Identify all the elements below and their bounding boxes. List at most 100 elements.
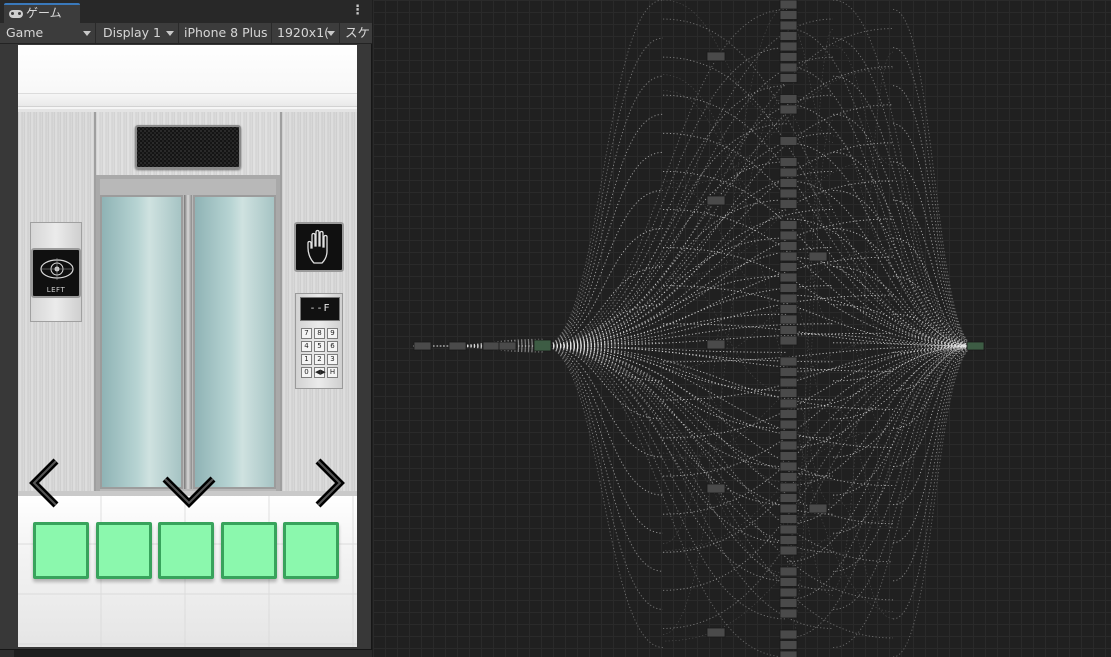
graph-node[interactable] bbox=[780, 284, 797, 293]
graph-node[interactable] bbox=[780, 42, 797, 51]
graph-node[interactable] bbox=[780, 105, 797, 114]
keypad-key[interactable]: ◀▶ bbox=[314, 367, 325, 378]
graph-node[interactable] bbox=[780, 368, 797, 377]
keypad-key[interactable]: 8 bbox=[314, 328, 325, 339]
arrow-down-icon[interactable] bbox=[161, 473, 217, 509]
inventory-slot[interactable] bbox=[283, 522, 339, 579]
graph-node[interactable] bbox=[780, 651, 797, 657]
graph-node[interactable] bbox=[780, 179, 797, 188]
keypad-key[interactable]: 0 bbox=[301, 367, 312, 378]
graph-node[interactable] bbox=[780, 305, 797, 314]
inventory-slot[interactable] bbox=[221, 522, 277, 579]
graph-node[interactable] bbox=[534, 340, 551, 351]
graph-node[interactable] bbox=[780, 431, 797, 440]
graph-node[interactable] bbox=[780, 536, 797, 545]
graph-node[interactable] bbox=[780, 599, 797, 608]
graph-node[interactable] bbox=[780, 53, 797, 62]
graph-node[interactable] bbox=[499, 342, 516, 350]
graph-node[interactable] bbox=[707, 484, 725, 493]
resolution-dropdown[interactable]: 1920x1( bbox=[273, 23, 340, 43]
graph-node[interactable] bbox=[780, 32, 797, 41]
graph-node[interactable] bbox=[780, 168, 797, 177]
arrow-right-icon[interactable] bbox=[312, 457, 346, 509]
graph-node[interactable] bbox=[780, 630, 797, 639]
graph-node[interactable] bbox=[780, 494, 797, 503]
graph-node[interactable] bbox=[780, 641, 797, 650]
graph-node[interactable] bbox=[809, 504, 827, 513]
eye-button[interactable]: LEFT bbox=[31, 248, 81, 298]
graph-node[interactable] bbox=[780, 399, 797, 408]
keypad-key[interactable]: 3 bbox=[327, 354, 338, 365]
graph-node[interactable] bbox=[780, 410, 797, 419]
graph-node[interactable] bbox=[780, 336, 797, 345]
graph-node[interactable] bbox=[780, 221, 797, 230]
graph-node[interactable] bbox=[780, 273, 797, 282]
graph-node[interactable] bbox=[780, 326, 797, 335]
graph-node[interactable] bbox=[780, 588, 797, 597]
graph-node[interactable] bbox=[967, 342, 984, 350]
graph-node[interactable] bbox=[780, 546, 797, 555]
graph-node[interactable] bbox=[707, 628, 725, 637]
graph-node[interactable] bbox=[780, 200, 797, 209]
keypad-key[interactable]: 1 bbox=[301, 354, 312, 365]
graph-node[interactable] bbox=[780, 420, 797, 429]
graph-node[interactable] bbox=[780, 504, 797, 513]
graph-node[interactable] bbox=[780, 294, 797, 303]
graph-node[interactable] bbox=[780, 473, 797, 482]
graph-node[interactable] bbox=[780, 95, 797, 104]
keypad-key[interactable]: 4 bbox=[301, 341, 312, 352]
graph-node[interactable] bbox=[780, 567, 797, 576]
graph-node[interactable] bbox=[707, 340, 725, 349]
graph-node[interactable] bbox=[780, 315, 797, 324]
graph-node[interactable] bbox=[780, 525, 797, 534]
graph-node[interactable] bbox=[780, 252, 797, 261]
keypad-key[interactable]: 2 bbox=[314, 354, 325, 365]
graph-node[interactable] bbox=[780, 441, 797, 450]
graph-node[interactable] bbox=[707, 196, 725, 205]
graph-node[interactable] bbox=[809, 252, 827, 261]
graph-node[interactable] bbox=[780, 452, 797, 461]
graph-node[interactable] bbox=[780, 11, 797, 20]
device-dropdown[interactable]: iPhone 8 Plus bbox=[180, 23, 272, 43]
graph-node[interactable] bbox=[780, 21, 797, 30]
graph-node[interactable] bbox=[780, 231, 797, 240]
graph-node[interactable] bbox=[780, 462, 797, 471]
keypad-key[interactable]: 6 bbox=[327, 341, 338, 352]
keypad-key[interactable]: 9 bbox=[327, 328, 338, 339]
view-mode-dropdown[interactable]: Game bbox=[0, 23, 96, 43]
graph-node[interactable] bbox=[414, 342, 431, 350]
graph-node[interactable] bbox=[780, 263, 797, 272]
graph-node[interactable] bbox=[780, 389, 797, 398]
floor-indicator-display[interactable] bbox=[135, 125, 241, 169]
keypad-key[interactable]: H bbox=[327, 367, 338, 378]
inventory-slot[interactable] bbox=[33, 522, 89, 579]
graph-node[interactable] bbox=[780, 378, 797, 387]
graph-node[interactable] bbox=[780, 0, 797, 9]
graph-node[interactable] bbox=[449, 342, 466, 350]
elevator-door-right[interactable] bbox=[193, 195, 276, 489]
keypad-key[interactable]: 5 bbox=[314, 341, 325, 352]
tab-game[interactable]: ゲーム bbox=[4, 3, 80, 23]
arrow-left-icon[interactable] bbox=[28, 457, 62, 509]
inventory-slot[interactable] bbox=[96, 522, 152, 579]
graph-node[interactable] bbox=[780, 158, 797, 167]
scale-slider[interactable]: スケ bbox=[341, 23, 372, 43]
graph-node[interactable] bbox=[780, 242, 797, 251]
graph-node[interactable] bbox=[780, 63, 797, 72]
inventory-slot[interactable] bbox=[158, 522, 214, 579]
graph-node[interactable] bbox=[780, 483, 797, 492]
graph-node[interactable] bbox=[780, 74, 797, 83]
graph-node[interactable] bbox=[780, 609, 797, 618]
graph-node[interactable] bbox=[780, 357, 797, 366]
node-graph-view[interactable] bbox=[373, 0, 1111, 657]
graph-node[interactable] bbox=[483, 342, 500, 350]
graph-node[interactable] bbox=[780, 189, 797, 198]
graph-node[interactable] bbox=[780, 578, 797, 587]
hand-button[interactable] bbox=[294, 222, 344, 272]
graph-node[interactable] bbox=[780, 515, 797, 524]
display-dropdown[interactable]: Display 1 bbox=[97, 23, 179, 43]
keypad-key[interactable]: 7 bbox=[301, 328, 312, 339]
graph-node[interactable] bbox=[780, 137, 797, 146]
node-graph-canvas[interactable] bbox=[373, 0, 1111, 657]
elevator-door-left[interactable] bbox=[100, 195, 183, 489]
